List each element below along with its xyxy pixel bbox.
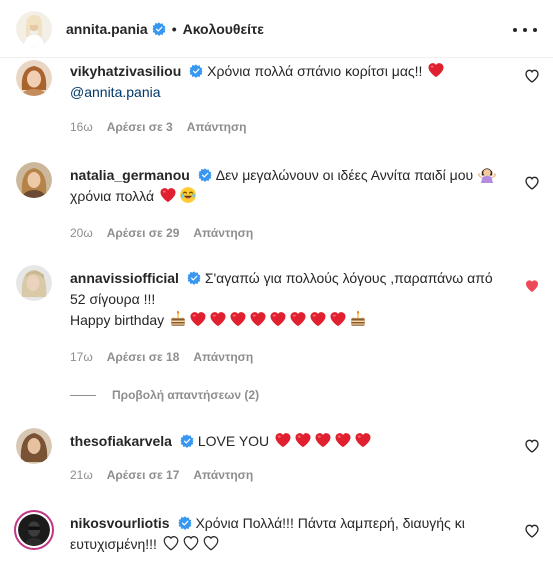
comment-likes-count[interactable]: Αρέσει σε 3 (107, 120, 173, 134)
header-separator: • (171, 20, 177, 37)
comment-username[interactable]: nikosvourliotis (70, 515, 170, 531)
like-comment-heart-icon[interactable] (524, 438, 540, 454)
comment-likes-count[interactable]: Αρέσει σε 17 (107, 468, 180, 482)
verified-badge-icon (180, 434, 194, 448)
red-heart-emoji-icon (249, 310, 267, 328)
commenter-avatar[interactable] (16, 265, 52, 301)
verified-badge-icon (189, 64, 203, 78)
red-heart-emoji-icon (314, 431, 332, 449)
birthday-cake-emoji-icon (349, 310, 367, 328)
commenter-avatar[interactable] (16, 162, 52, 198)
tears-of-joy-emoji-icon (179, 186, 197, 204)
comment-mention-link[interactable]: @annita.pania (70, 84, 161, 100)
white-heart-emoji-icon (162, 534, 180, 552)
comment-item: natalia_germanou Δεν μεγαλώνουν οι ιδέες… (0, 162, 553, 262)
post-author-username[interactable]: annita.pania (66, 21, 148, 37)
commenter-avatar[interactable] (14, 510, 54, 550)
view-replies-button[interactable]: Προβολή απαντήσεων (2) (70, 388, 259, 402)
red-heart-emoji-icon (229, 310, 247, 328)
comment-timestamp[interactable]: 16ω (70, 120, 93, 134)
red-heart-emoji-icon (274, 431, 292, 449)
white-heart-emoji-icon (182, 534, 200, 552)
comment-timestamp[interactable]: 20ω (70, 226, 93, 240)
comment-username[interactable]: annavissiofficial (70, 270, 179, 286)
white-heart-emoji-icon (202, 534, 220, 552)
comment-text: Δεν μεγαλώνουν οι ιδέες Αννίτα παιδί μου (215, 167, 474, 183)
comment-username[interactable]: natalia_germanou (70, 167, 190, 183)
red-heart-emoji-icon (427, 61, 445, 79)
comment-text: LOVE YOU (197, 433, 270, 449)
commenter-avatar[interactable] (16, 60, 52, 96)
comment-reply-button[interactable]: Απάντηση (187, 120, 247, 134)
more-options-icon[interactable] (513, 20, 537, 40)
comment-reply-button[interactable]: Απάντηση (193, 226, 253, 240)
liked-comment-heart-icon[interactable] (524, 278, 540, 294)
comment-timestamp[interactable]: 21ω (70, 468, 93, 482)
red-heart-emoji-icon (309, 310, 327, 328)
comment-item: annavissiofficial Σ'αγαπώ για πολλούς λό… (0, 265, 553, 415)
red-heart-emoji-icon (209, 310, 227, 328)
red-heart-emoji-icon (329, 310, 347, 328)
verified-badge-icon (187, 271, 201, 285)
comment-text-continued: Happy birthday (70, 312, 165, 328)
verified-badge-icon (152, 22, 166, 36)
red-heart-emoji-icon (289, 310, 307, 328)
like-comment-heart-icon[interactable] (524, 68, 540, 84)
red-heart-emoji-icon (354, 431, 372, 449)
comment-item: thesofiakarvela LOVE YOU 21ω Αρέσει σε 1… (0, 428, 553, 508)
red-heart-emoji-icon (189, 310, 207, 328)
comments-list: vikyhatzivasiliou Χρόνια πολλά σπάνιο κο… (0, 58, 553, 583)
post-header: annita.pania • Ακολουθείτε (0, 0, 553, 58)
comment-username[interactable]: thesofiakarvela (70, 433, 172, 449)
comment-reply-button[interactable]: Απάντηση (193, 468, 253, 482)
comment-text: Χρόνια πολλά σπάνιο κορίτσι μας!! (207, 63, 423, 79)
following-button[interactable]: Ακολουθείτε (183, 21, 264, 37)
like-comment-heart-icon[interactable] (524, 523, 540, 539)
comment-likes-count[interactable]: Αρέσει σε 29 (107, 226, 180, 240)
red-heart-emoji-icon (269, 310, 287, 328)
view-replies-line (70, 394, 96, 396)
verified-badge-icon (178, 516, 192, 530)
comment-likes-count[interactable]: Αρέσει σε 18 (107, 350, 180, 364)
comment-reply-button[interactable]: Απάντηση (193, 350, 253, 364)
comment-timestamp[interactable]: 17ω (70, 350, 93, 364)
comment-text-continued: χρόνια πολλά (70, 188, 155, 204)
verified-badge-icon (198, 168, 212, 182)
post-author-avatar[interactable] (16, 10, 52, 47)
birthday-cake-emoji-icon (169, 310, 187, 328)
red-heart-emoji-icon (294, 431, 312, 449)
comment-item: vikyhatzivasiliou Χρόνια πολλά σπάνιο κο… (0, 58, 553, 158)
woman-shrugging-emoji-icon (478, 165, 496, 183)
view-replies-label: Προβολή απαντήσεων (2) (112, 388, 260, 402)
comment-item: nikosvourliotis Χρόνια Πολλά!!! Πάντα λα… (0, 510, 553, 582)
red-heart-emoji-icon (159, 186, 177, 204)
red-heart-emoji-icon (334, 431, 352, 449)
comment-username[interactable]: vikyhatzivasiliou (70, 63, 181, 79)
commenter-avatar[interactable] (16, 428, 52, 464)
like-comment-heart-icon[interactable] (524, 175, 540, 191)
